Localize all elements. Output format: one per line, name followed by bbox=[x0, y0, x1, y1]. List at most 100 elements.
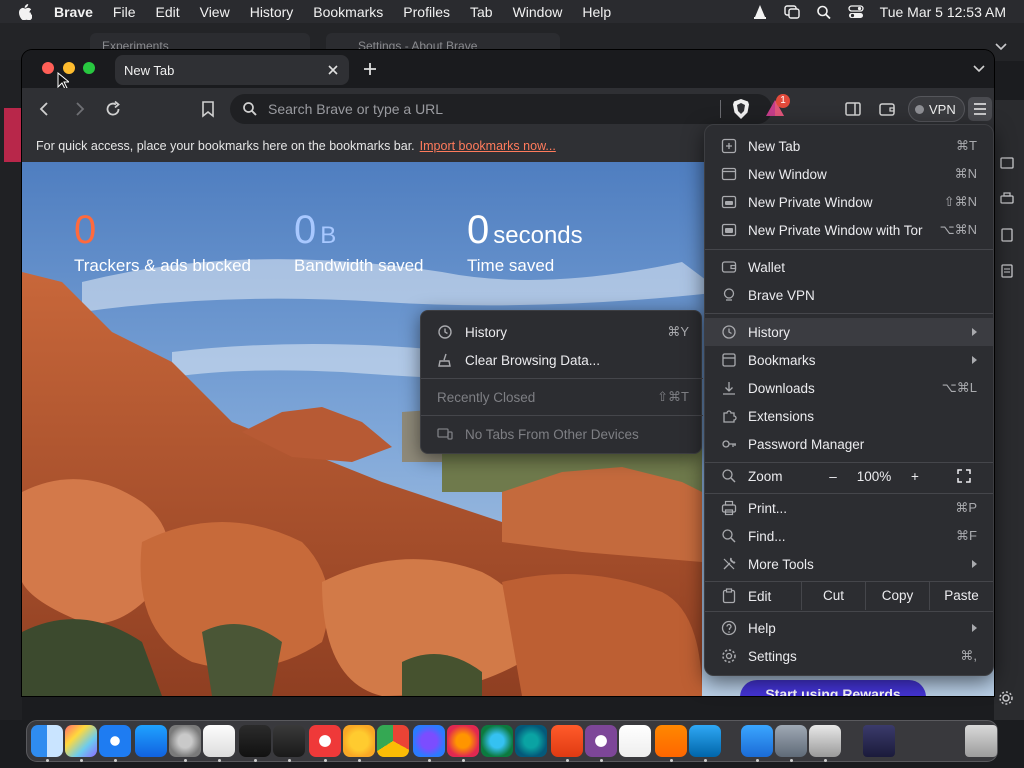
menu-new-window[interactable]: New Window ⌘N bbox=[705, 160, 993, 188]
finder-icon[interactable] bbox=[31, 725, 63, 757]
brave-icon[interactable] bbox=[551, 725, 583, 757]
menubar-window[interactable]: Window bbox=[513, 4, 563, 20]
menu-print[interactable]: Print... ⌘P bbox=[705, 494, 993, 522]
address-bar[interactable]: Search Brave or type a URL bbox=[230, 94, 772, 124]
menu-password-manager[interactable]: Password Manager bbox=[705, 430, 993, 458]
menubar-help[interactable]: Help bbox=[582, 4, 611, 20]
menu-print-shortcut: ⌘P bbox=[955, 500, 977, 515]
menu-settings[interactable]: Settings ⌘, bbox=[705, 642, 993, 670]
cut-button[interactable]: Cut bbox=[801, 582, 865, 610]
menubar-tab[interactable]: Tab bbox=[470, 4, 493, 20]
app-menu-button[interactable] bbox=[968, 97, 992, 121]
trash-icon[interactable] bbox=[965, 725, 997, 757]
firefox-icon[interactable] bbox=[447, 725, 479, 757]
tab-search-chevron-icon[interactable] bbox=[972, 62, 986, 76]
vivaldi-icon[interactable] bbox=[309, 725, 341, 757]
menu-new-tab-shortcut: ⌘T bbox=[956, 138, 977, 153]
menubar-app-name[interactable]: Brave bbox=[54, 4, 93, 20]
menu-help[interactable]: Help bbox=[705, 614, 993, 642]
capcut-icon[interactable] bbox=[619, 725, 651, 757]
zoom-out-button[interactable]: – bbox=[817, 469, 849, 484]
textedit-icon[interactable] bbox=[203, 725, 235, 757]
side-cast-icon[interactable] bbox=[1000, 156, 1014, 170]
menu-new-private-window-tor[interactable]: New Private Window with Tor ⌥⌘N bbox=[705, 216, 993, 244]
menubar-clock[interactable]: Tue Mar 5 12:53 AM bbox=[880, 4, 1006, 20]
vpn-button[interactable]: VPN bbox=[908, 96, 965, 122]
menu-extensions-label: Extensions bbox=[748, 408, 815, 424]
wallet-icon[interactable] bbox=[878, 100, 896, 118]
menubar-profiles[interactable]: Profiles bbox=[403, 4, 450, 20]
background-tab-chevron-icon[interactable] bbox=[994, 40, 1008, 54]
menubar-file[interactable]: File bbox=[113, 4, 136, 20]
menu-downloads[interactable]: Downloads ⌥⌘L bbox=[705, 374, 993, 402]
maximize-window-button[interactable] bbox=[83, 62, 95, 74]
xcode-icon[interactable] bbox=[741, 725, 773, 757]
help-question-icon bbox=[721, 620, 737, 636]
side-bookmark-icon[interactable] bbox=[1000, 228, 1014, 242]
side-settings-gear-icon[interactable] bbox=[998, 690, 1014, 706]
chrome-canary-icon[interactable] bbox=[343, 725, 375, 757]
vlc-status-icon[interactable] bbox=[752, 4, 768, 19]
submenu-clear-browsing-data-item[interactable]: Clear Browsing Data... bbox=[421, 346, 703, 374]
menu-bookmarks[interactable]: Bookmarks bbox=[705, 346, 993, 374]
menu-find[interactable]: Find... ⌘F bbox=[705, 522, 993, 550]
menubar-bookmarks[interactable]: Bookmarks bbox=[313, 4, 383, 20]
tab-new-tab[interactable]: New Tab bbox=[115, 55, 349, 85]
edge-icon[interactable] bbox=[481, 725, 513, 757]
system-settings-icon[interactable] bbox=[169, 725, 201, 757]
brave-shields-lion-icon[interactable] bbox=[731, 98, 751, 120]
control-center-icon[interactable] bbox=[848, 4, 864, 19]
menubar-view[interactable]: View bbox=[200, 4, 230, 20]
menubar-edit[interactable]: Edit bbox=[155, 4, 179, 20]
stacks-icon[interactable] bbox=[863, 725, 895, 757]
menu-extensions[interactable]: Extensions bbox=[705, 402, 993, 430]
side-print-icon[interactable] bbox=[1000, 192, 1014, 206]
menu-wallet[interactable]: Wallet bbox=[705, 253, 993, 281]
menu-new-tab-label: New Tab bbox=[748, 138, 801, 154]
apple-icon[interactable] bbox=[18, 3, 32, 20]
terminal-icon[interactable] bbox=[239, 725, 271, 757]
bookmark-this-page-icon[interactable] bbox=[199, 100, 217, 118]
bandwidth-saved-stat: 0B Bandwidth saved bbox=[294, 206, 423, 276]
close-window-button[interactable] bbox=[42, 62, 54, 74]
edge-canary-icon[interactable] bbox=[515, 725, 547, 757]
sidebar-toggle-icon[interactable] bbox=[844, 100, 862, 118]
disk-utility-icon[interactable] bbox=[775, 725, 807, 757]
app-store-icon[interactable] bbox=[135, 725, 167, 757]
vlc-icon[interactable] bbox=[655, 725, 687, 757]
garageband-icon[interactable] bbox=[273, 725, 305, 757]
close-tab-icon[interactable] bbox=[325, 62, 341, 78]
submenu-arrow-icon bbox=[972, 328, 977, 336]
tor-browser-icon[interactable] bbox=[585, 725, 617, 757]
safari-icon[interactable] bbox=[99, 725, 131, 757]
start-using-rewards-button[interactable]: Start using Rewards bbox=[740, 680, 926, 696]
menu-new-private-window[interactable]: New Private Window ⇧⌘N bbox=[705, 188, 993, 216]
spotlight-search-icon[interactable] bbox=[816, 5, 832, 19]
settings-gear-icon bbox=[722, 649, 736, 663]
import-bookmarks-link[interactable]: Import bookmarks now... bbox=[420, 139, 556, 153]
firefox-nightly-icon[interactable] bbox=[413, 725, 445, 757]
chrome-icon[interactable] bbox=[377, 725, 409, 757]
menu-new-tab[interactable]: New Tab ⌘T bbox=[705, 132, 993, 160]
screen-mirroring-icon[interactable] bbox=[783, 4, 800, 19]
copy-button[interactable]: Copy bbox=[865, 582, 929, 610]
reload-icon[interactable] bbox=[104, 100, 122, 118]
vscode-icon[interactable] bbox=[689, 725, 721, 757]
paste-button[interactable]: Paste bbox=[929, 582, 993, 610]
submenu-history-item[interactable]: History ⌘Y bbox=[421, 318, 703, 346]
time-saved-stat: 0 seconds Time saved bbox=[467, 206, 583, 276]
menu-history[interactable]: History bbox=[705, 318, 993, 346]
menu-find-label: Find... bbox=[748, 528, 786, 544]
new-tab-plus-icon[interactable] bbox=[362, 61, 378, 77]
zoom-in-button[interactable]: + bbox=[899, 469, 931, 484]
launchpad-icon[interactable] bbox=[65, 725, 97, 757]
menubar-history[interactable]: History bbox=[250, 4, 294, 20]
forward-arrow-icon[interactable] bbox=[70, 100, 88, 118]
side-notes-icon[interactable] bbox=[1000, 264, 1014, 278]
fullscreen-icon[interactable] bbox=[956, 468, 972, 484]
archive-utility-icon[interactable] bbox=[809, 725, 841, 757]
menu-brave-vpn[interactable]: Brave VPN bbox=[705, 281, 993, 309]
zoom-magnifier-icon bbox=[722, 469, 736, 483]
back-arrow-icon[interactable] bbox=[36, 100, 54, 118]
menu-more-tools[interactable]: More Tools bbox=[705, 550, 993, 578]
